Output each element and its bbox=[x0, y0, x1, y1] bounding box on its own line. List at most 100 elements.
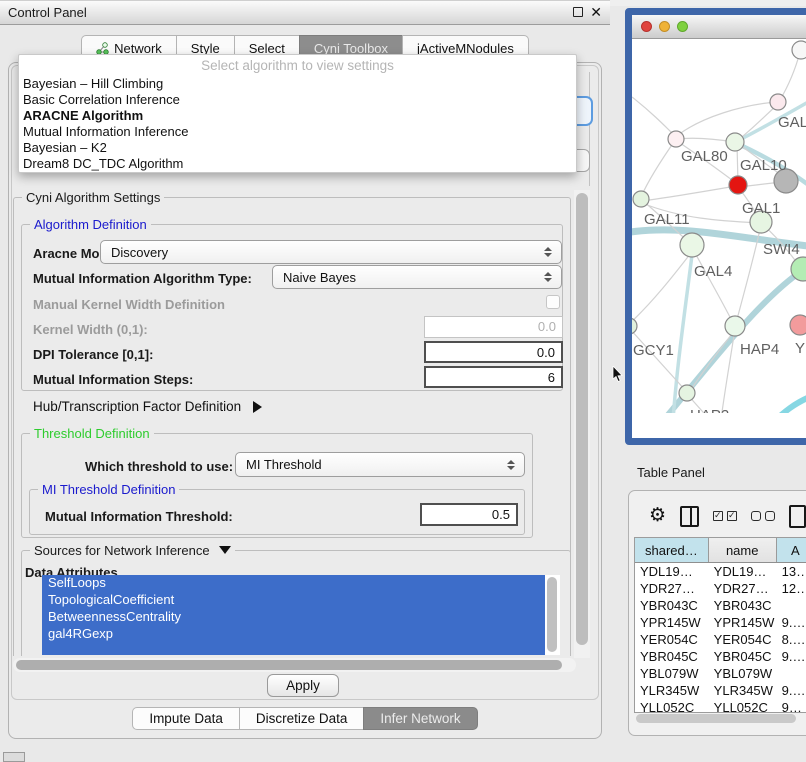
table-cell: YDL19… bbox=[709, 563, 777, 580]
algorithm-option[interactable]: Bayesian – K2 bbox=[19, 139, 576, 155]
column-header-partial[interactable]: A bbox=[777, 538, 806, 562]
node-label: GAL bbox=[778, 114, 806, 131]
table-cell: YBR045C bbox=[709, 648, 777, 665]
mi-steps-field[interactable]: 6 bbox=[424, 366, 563, 388]
table-cell: YPR145W bbox=[635, 614, 709, 631]
split-columns-icon[interactable] bbox=[680, 506, 699, 527]
algorithm-combobox-fragment[interactable] bbox=[576, 96, 593, 126]
node-label: HAP2 bbox=[690, 407, 729, 413]
table-cell: YLR345W bbox=[635, 682, 709, 699]
column-header-name[interactable]: name bbox=[709, 538, 777, 562]
attributes-scrollbar[interactable] bbox=[547, 577, 557, 652]
network-node[interactable] bbox=[726, 133, 744, 151]
manual-kernel-label: Manual Kernel Width Definition bbox=[33, 297, 225, 312]
dpi-tolerance-field[interactable]: 0.0 bbox=[424, 341, 563, 363]
attribute-item[interactable]: gal4RGexp bbox=[42, 626, 545, 643]
float-window-icon[interactable] bbox=[573, 7, 583, 17]
table-cell: YLR345W bbox=[709, 682, 777, 699]
table-row[interactable]: YER054CYER054C8.… bbox=[635, 631, 806, 648]
table-hscrollbar[interactable] bbox=[636, 714, 796, 723]
table-row[interactable]: YBR045CYBR045C9.… bbox=[635, 648, 806, 665]
algorithm-option[interactable]: Basic Correlation Inference bbox=[19, 91, 576, 107]
mi-steps-label: Mutual Information Steps: bbox=[33, 372, 193, 387]
table-row[interactable]: YLR345WYLR345W9.… bbox=[635, 682, 806, 699]
data-attributes-list[interactable]: SelfLoopsTopologicalCoefficientBetweenne… bbox=[42, 575, 560, 655]
table-row[interactable]: YPR145WYPR145W9.… bbox=[635, 614, 806, 631]
unchecked-box-icon bbox=[751, 511, 761, 521]
minimized-panel-icon[interactable] bbox=[3, 752, 25, 762]
aracne-mode-select[interactable]: Discovery bbox=[100, 240, 562, 264]
select-all-icon[interactable] bbox=[713, 511, 737, 521]
table-row[interactable]: YLL052CYLL052C9… bbox=[635, 699, 806, 713]
network-canvas[interactable]: GALGAL80GAL10GAL1GAL11SWI4GAL4GCY1HAP4YH… bbox=[632, 39, 806, 413]
manual-kernel-checkbox[interactable] bbox=[546, 295, 560, 309]
network-node[interactable] bbox=[790, 315, 806, 335]
table-body: YDL19…YDL19…13…YDR27…YDR27…12…YBR043CYBR… bbox=[635, 563, 806, 713]
tab-impute-data[interactable]: Impute Data bbox=[132, 707, 239, 730]
column-header-shared-name[interactable]: shared… bbox=[635, 538, 709, 562]
gear-icon[interactable]: ⚙ bbox=[649, 506, 666, 526]
network-node[interactable] bbox=[668, 131, 684, 147]
table-cell: YBL079W bbox=[709, 665, 777, 682]
tab-discretize-data[interactable]: Discretize Data bbox=[239, 707, 364, 730]
mi-threshold-field[interactable]: 0.5 bbox=[420, 503, 518, 526]
network-node[interactable] bbox=[633, 191, 649, 207]
table-cell: YDL19… bbox=[635, 563, 709, 580]
checked-box-icon bbox=[727, 511, 737, 521]
which-threshold-select[interactable]: MI Threshold bbox=[235, 452, 525, 477]
attribute-item-partial[interactable] bbox=[42, 643, 545, 655]
attribute-item[interactable]: SelfLoops bbox=[42, 575, 545, 592]
node-label: GAL11 bbox=[644, 211, 690, 228]
hub-definition-toggle[interactable]: Hub/Transcription Factor Definition bbox=[33, 399, 262, 414]
control-panel-title: Control Panel bbox=[0, 5, 87, 20]
network-node[interactable] bbox=[792, 41, 806, 59]
document-icon[interactable] bbox=[789, 505, 806, 528]
close-icon[interactable]: ✕ bbox=[590, 5, 602, 19]
network-node[interactable] bbox=[679, 385, 695, 401]
node-label: GCY1 bbox=[633, 342, 674, 359]
table-cell: YDR27… bbox=[709, 580, 777, 597]
bottom-tab-bar: Impute Data Discretize Data Infer Networ… bbox=[0, 707, 610, 731]
algorithm-option[interactable]: Mutual Information Inference bbox=[19, 123, 576, 139]
network-node[interactable] bbox=[680, 233, 704, 257]
network-node[interactable] bbox=[770, 94, 786, 110]
network-node[interactable] bbox=[725, 316, 745, 336]
group-title: Algorithm Definition bbox=[30, 217, 151, 232]
control-panel-titlebar: Control Panel ✕ bbox=[0, 0, 610, 25]
kernel-width-field[interactable]: 0.0 bbox=[424, 316, 563, 338]
table-cell: 8.… bbox=[777, 631, 806, 648]
table-header-row: shared… name A bbox=[635, 538, 806, 563]
attribute-item[interactable]: BetweennessCentrality bbox=[42, 609, 545, 626]
settings-hscrollbar-thumb[interactable] bbox=[16, 660, 562, 670]
close-traffic-light-icon[interactable] bbox=[641, 21, 652, 32]
table-row[interactable]: YBR043CYBR043C bbox=[635, 597, 806, 614]
attribute-item[interactable]: TopologicalCoefficient bbox=[42, 592, 545, 609]
mi-threshold-label: Mutual Information Threshold: bbox=[45, 509, 233, 524]
table-row[interactable]: YDR27…YDR27…12… bbox=[635, 580, 806, 597]
minimize-traffic-light-icon[interactable] bbox=[659, 21, 670, 32]
table-cell: YBR043C bbox=[709, 597, 777, 614]
mi-type-label: Mutual Information Algorithm Type: bbox=[33, 271, 252, 286]
algorithm-option[interactable]: ARACNE Algorithm bbox=[19, 107, 576, 123]
table-row[interactable]: YDL19…YDL19…13… bbox=[635, 563, 806, 580]
apply-button[interactable]: Apply bbox=[267, 674, 339, 697]
table-row[interactable]: YBL079WYBL079W bbox=[635, 665, 806, 682]
which-threshold-value: MI Threshold bbox=[246, 457, 322, 472]
group-title: Cyni Algorithm Settings bbox=[22, 190, 164, 205]
network-view-window[interactable]: GALGAL80GAL10GAL1GAL11SWI4GAL4GCY1HAP4YH… bbox=[625, 8, 806, 445]
node-label: GAL10 bbox=[740, 157, 787, 174]
network-edge bbox=[780, 52, 800, 100]
deselect-all-icon[interactable] bbox=[751, 511, 775, 521]
algorithm-option[interactable]: Dream8 DC_TDC Algorithm bbox=[19, 155, 576, 171]
table-cell: YDR27… bbox=[635, 580, 709, 597]
network-node[interactable] bbox=[729, 176, 747, 194]
mi-type-select[interactable]: Naive Bayes bbox=[272, 265, 562, 289]
network-node[interactable] bbox=[632, 318, 637, 334]
zoom-traffic-light-icon[interactable] bbox=[677, 21, 688, 32]
table-panel-title: Table Panel bbox=[637, 465, 705, 480]
sources-toggle[interactable]: Sources for Network Inference bbox=[30, 543, 235, 558]
unchecked-box-icon bbox=[765, 511, 775, 521]
algorithm-option[interactable]: Bayesian – Hill Climbing bbox=[19, 75, 576, 91]
settings-vscrollbar-thumb[interactable] bbox=[576, 193, 588, 645]
tab-infer-network[interactable]: Infer Network bbox=[363, 707, 477, 730]
